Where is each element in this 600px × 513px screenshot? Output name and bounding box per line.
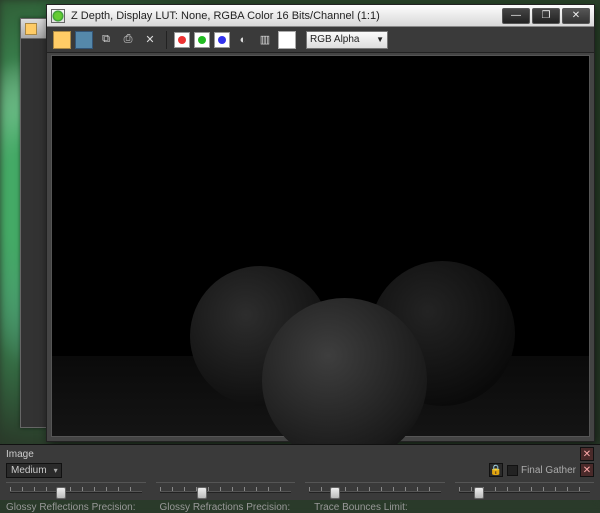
panel-close-button-1[interactable]: ✕ <box>580 447 594 461</box>
channel-green-button[interactable] <box>194 32 210 48</box>
toolbar-separator <box>166 31 167 49</box>
display-mode-value: RGB Alpha <box>310 34 359 45</box>
window-controls: — ❐ ✕ <box>502 8 590 24</box>
glossy-refractions-label: Glossy Refractions Precision: <box>160 502 291 513</box>
glossy-reflections-label: Glossy Reflections Precision: <box>6 502 136 513</box>
mono-toggle-button[interactable]: ◐ <box>234 31 252 49</box>
app-icon <box>51 9 65 23</box>
display-mode-dropdown[interactable]: RGB Alpha ▼ <box>306 31 388 49</box>
slider-2-thumb[interactable] <box>197 487 207 499</box>
print-button[interactable]: ⎙ <box>119 31 137 49</box>
clear-button[interactable]: ✕ <box>141 31 159 49</box>
panel-close-button-2[interactable]: ✕ <box>580 463 594 477</box>
toolbar: ⧉ ⎙ ✕ ◐ ▥ RGB Alpha ▼ <box>47 27 594 53</box>
slider-1[interactable] <box>6 482 146 500</box>
copy-button[interactable] <box>75 31 93 49</box>
titlebar[interactable]: Z Depth, Display LUT: None, RGBA Color 1… <box>47 5 594 27</box>
minimize-button[interactable]: — <box>502 8 530 24</box>
channel-red-button[interactable] <box>174 32 190 48</box>
trace-bounces-label: Trace Bounces Limit: <box>314 502 408 513</box>
viewer-window: Z Depth, Display LUT: None, RGBA Color 1… <box>46 4 595 442</box>
clone-button[interactable]: ⧉ <box>97 31 115 49</box>
settings-panel: Image Medium Glossy Reflections Precisio… <box>0 444 600 500</box>
chevron-down-icon: ▼ <box>376 35 384 44</box>
quality-preset-value: Medium <box>11 465 47 476</box>
final-gather-label: Final Gather <box>521 465 576 476</box>
lock-button[interactable]: 🔒 <box>489 463 503 477</box>
slider-2[interactable] <box>156 482 296 500</box>
close-button[interactable]: ✕ <box>562 8 590 24</box>
slider-4-thumb[interactable] <box>474 487 484 499</box>
quality-preset-dropdown[interactable]: Medium <box>6 463 62 478</box>
channel-blue-button[interactable] <box>214 32 230 48</box>
render-viewport[interactable] <box>51 55 590 437</box>
save-button[interactable] <box>53 31 71 49</box>
final-gather-checkbox[interactable] <box>507 465 518 476</box>
image-label: Image <box>6 449 34 460</box>
slider-3[interactable] <box>305 482 445 500</box>
sphere-front <box>262 298 427 463</box>
window-title: Z Depth, Display LUT: None, RGBA Color 1… <box>71 10 502 22</box>
maximize-button[interactable]: ❐ <box>532 8 560 24</box>
save-icon <box>25 23 37 35</box>
final-gather-option[interactable]: Final Gather <box>507 465 576 476</box>
slider-1-thumb[interactable] <box>56 487 66 499</box>
alpha-toggle-button[interactable]: ▥ <box>256 31 274 49</box>
color-swatch[interactable] <box>278 31 296 49</box>
slider-3-thumb[interactable] <box>330 487 340 499</box>
